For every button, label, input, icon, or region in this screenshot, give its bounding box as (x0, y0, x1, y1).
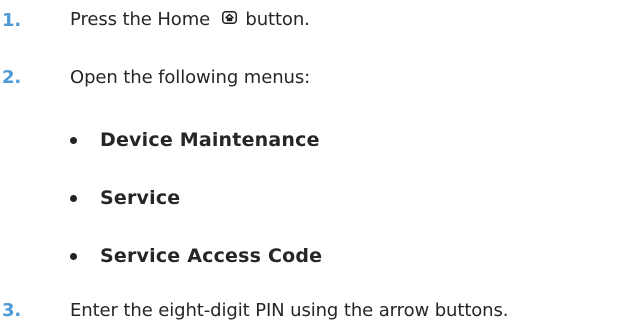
step-text: Press the Home button. (70, 9, 310, 31)
menu-item-service-access-code: Service Access Code (70, 243, 322, 269)
menu-item-device-maintenance: Device Maintenance (70, 127, 320, 153)
step-text: Enter the eight-digit PIN using the arro… (70, 299, 509, 321)
step-number: 3. (2, 299, 22, 321)
bullet-dot (70, 252, 77, 260)
step-1: 1. Press the Home button. (0, 7, 310, 33)
instruction-document: 1. Press the Home button. 2. Open the fo… (0, 0, 629, 333)
menu-name: Device Maintenance (100, 129, 320, 151)
step-3: 3. Enter the eight-digit PIN using the a… (0, 297, 509, 323)
menu-name: Service (100, 187, 181, 209)
menu-item-service: Service (70, 185, 180, 211)
step-text-after-icon: button. (245, 9, 310, 31)
bullet-dot (70, 136, 77, 144)
step-text: Open the following menus: (70, 66, 311, 88)
step-number: 1. (2, 9, 22, 31)
bullet-dot (70, 194, 77, 202)
home-icon (221, 9, 237, 30)
step-2: 2. Open the following menus: (0, 64, 310, 90)
step-number: 2. (2, 66, 22, 88)
step-text-before-icon: Press the Home (70, 9, 211, 31)
menu-name: Service Access Code (100, 245, 323, 267)
